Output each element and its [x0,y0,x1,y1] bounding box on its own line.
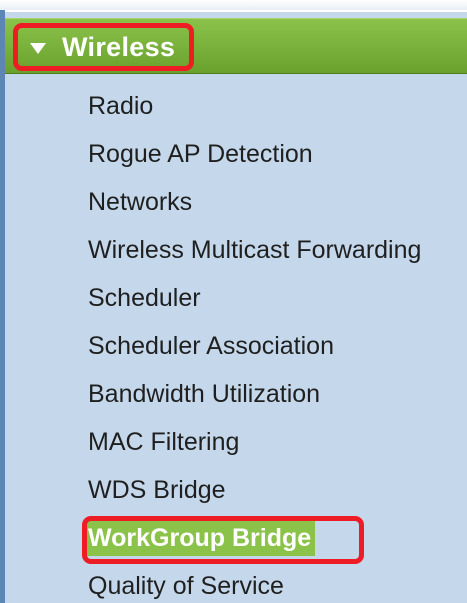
menu-item-networks[interactable]: Networks [88,182,421,230]
menu-item-scheduler-association[interactable]: Scheduler Association [88,326,421,374]
top-strip [0,0,467,10]
menu-item-mac-filtering[interactable]: MAC Filtering [88,422,421,470]
menu-item-quality-of-service[interactable]: Quality of Service [88,566,421,603]
section-title: Wireless [62,31,176,62]
menu-item-bandwidth-utilization[interactable]: Bandwidth Utilization [88,374,421,422]
triangle-down-icon [30,42,46,54]
menu-item-wireless-multicast-forwarding[interactable]: Wireless Multicast Forwarding [88,230,421,278]
menu-item-workgroup-bridge[interactable]: WorkGroup Bridge [84,518,421,566]
active-item-label: WorkGroup Bridge [84,520,316,556]
menu-item-radio[interactable]: Radio [88,86,421,134]
wireless-section-toggle[interactable]: Wireless [13,23,195,71]
nav-frame: Wireless Radio Rogue AP Detection Networ… [0,0,467,603]
wireless-menu: Radio Rogue AP Detection Networks Wirele… [84,86,421,603]
menu-item-wds-bridge[interactable]: WDS Bridge [88,470,421,518]
menu-item-scheduler[interactable]: Scheduler [88,278,421,326]
section-header-wireless: Wireless [5,18,467,74]
menu-item-rogue-ap-detection[interactable]: Rogue AP Detection [88,134,421,182]
